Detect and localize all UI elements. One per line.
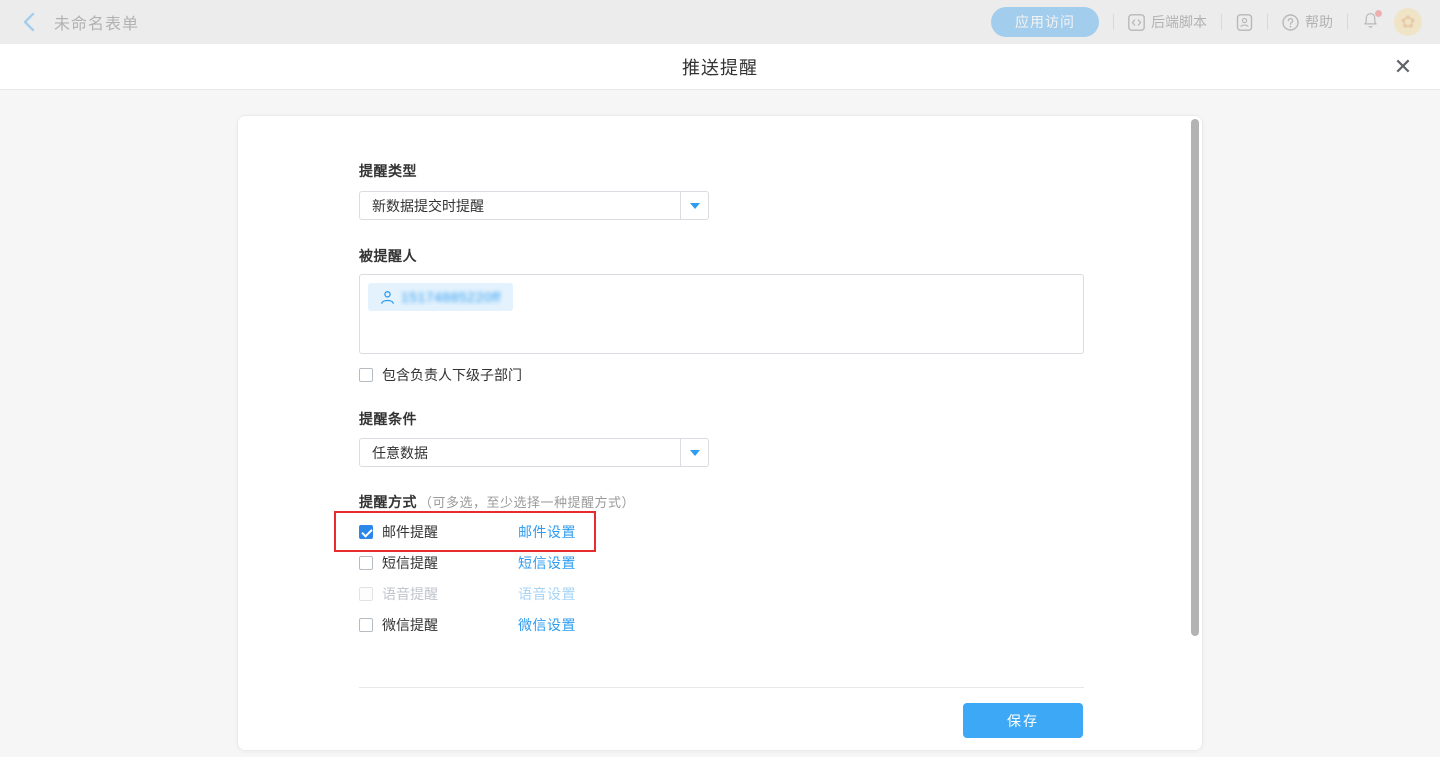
help-button[interactable]: 帮助	[1282, 12, 1333, 32]
method-row-voice: 语音提醒 语音设置	[359, 586, 659, 602]
recipient-label: 被提醒人	[359, 246, 417, 266]
method-note: （可多选，至少选择一种提醒方式）	[419, 495, 635, 510]
sms-reminder-label: 短信提醒	[382, 553, 438, 573]
email-reminder-label: 邮件提醒	[382, 522, 438, 542]
footer-divider	[359, 687, 1084, 688]
app-access-button[interactable]: 应用访问	[991, 7, 1099, 37]
wechat-reminder-checkbox[interactable]	[359, 618, 373, 632]
include-sub-dept-checkbox[interactable]	[359, 368, 373, 382]
dialog-header: 推送提醒 ✕	[0, 44, 1440, 90]
save-button[interactable]: 保存	[963, 703, 1083, 738]
reminder-type-label: 提醒类型	[359, 161, 417, 181]
topbar-divider	[1267, 14, 1268, 30]
topbar-divider	[1347, 14, 1348, 30]
condition-value: 任意数据	[360, 443, 680, 463]
dialog-title: 推送提醒	[0, 44, 1440, 90]
reminder-type-select[interactable]: 新数据提交时提醒	[359, 191, 709, 220]
caret-box	[680, 192, 708, 219]
reminder-type-value: 新数据提交时提醒	[360, 196, 680, 216]
person-icon	[380, 290, 395, 305]
sms-settings-link[interactable]: 短信设置	[518, 553, 576, 573]
voice-settings-link: 语音设置	[518, 584, 576, 604]
notification-badge	[1375, 10, 1382, 17]
back-chevron-icon[interactable]	[18, 12, 38, 32]
app-window: 未命名表单 应用访问 后端脚本 帮助	[0, 0, 1440, 757]
method-row-wechat: 微信提醒 微信设置	[359, 617, 659, 633]
reminder-settings-card: 提醒类型 新数据提交时提醒 被提醒人 15174885220ff 包含负责人下级…	[237, 115, 1203, 751]
include-sub-dept-label: 包含负责人下级子部门	[382, 365, 522, 385]
notifications-button[interactable]	[1362, 12, 1380, 32]
include-sub-dept-row[interactable]: 包含负责人下级子部门	[359, 367, 522, 383]
chevron-down-icon	[690, 203, 700, 209]
form-title: 未命名表单	[54, 10, 139, 34]
sms-reminder-checkbox[interactable]	[359, 556, 373, 570]
member-tag-text: 15174885220ff	[401, 289, 501, 305]
backend-script-button[interactable]: 后端脚本	[1128, 12, 1207, 32]
method-label: 提醒方式	[359, 494, 417, 510]
help-label: 帮助	[1305, 12, 1333, 32]
member-tag[interactable]: 15174885220ff	[368, 283, 513, 311]
method-label-row: 提醒方式（可多选，至少选择一种提醒方式）	[359, 492, 635, 512]
condition-label: 提醒条件	[359, 409, 417, 429]
condition-select[interactable]: 任意数据	[359, 438, 709, 467]
method-row-email: 邮件提醒 邮件设置	[359, 524, 659, 540]
recipient-picker[interactable]: 15174885220ff	[359, 274, 1084, 354]
wechat-settings-link[interactable]: 微信设置	[518, 615, 576, 635]
voice-reminder-label: 语音提醒	[382, 584, 438, 604]
caret-box	[680, 439, 708, 466]
backend-script-label: 后端脚本	[1151, 12, 1207, 32]
method-row-sms: 短信提醒 短信设置	[359, 555, 659, 571]
email-settings-link[interactable]: 邮件设置	[518, 522, 576, 542]
voice-reminder-checkbox	[359, 587, 373, 601]
topbar: 未命名表单 应用访问 后端脚本 帮助	[0, 0, 1440, 44]
avatar-glyph: ✿	[1400, 13, 1415, 31]
user-avatar[interactable]: ✿	[1394, 8, 1422, 36]
contacts-button[interactable]	[1236, 14, 1253, 31]
wechat-reminder-label: 微信提醒	[382, 615, 438, 635]
topbar-divider	[1113, 14, 1114, 30]
chevron-down-icon	[690, 450, 700, 456]
email-reminder-checkbox[interactable]	[359, 525, 373, 539]
close-icon[interactable]: ✕	[1388, 44, 1418, 90]
contacts-icon	[1236, 14, 1253, 31]
code-icon	[1128, 14, 1145, 31]
topbar-divider	[1221, 14, 1222, 30]
question-icon	[1282, 14, 1299, 31]
scrollbar-thumb[interactable]	[1191, 119, 1199, 636]
